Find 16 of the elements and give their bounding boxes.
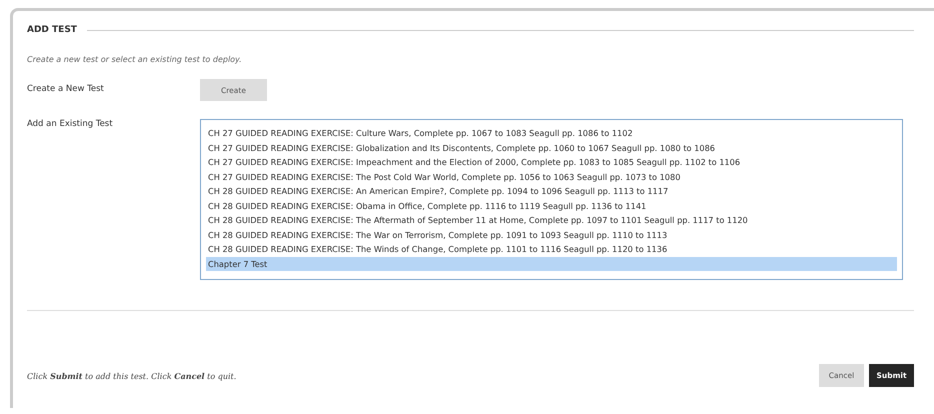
test-option[interactable]: CH 28 GUIDED READING EXERCISE: An American Empire?, Complete pp. 1094 to 1096 Seagull pp. 1113 to 1117 xyxy=(206,184,897,198)
test-option[interactable]: CH 27 GUIDED READING EXERCISE: Culture Wars, Complete pp. 1067 to 1083 Seagull pp. 1086 to 1102 xyxy=(206,126,897,140)
test-option[interactable]: CH 28 GUIDED READING EXERCISE: The Winds of Change, Complete pp. 1101 to 1116 Seagull pp. 1120 to 1136 xyxy=(206,242,897,256)
test-option[interactable]: CH 27 GUIDED READING EXERCISE: The Post Cold War World, Complete pp. 1056 to 1063 Seagull pp. 1073 to 1080 xyxy=(206,170,897,184)
instructions-text: Create a new test or select an existing test to deploy. xyxy=(27,55,243,64)
test-option[interactable]: CH 27 GUIDED READING EXERCISE: Globalization and Its Discontents, Complete pp. 1060 to 1067 Seagull pp. 1080 to 1086 xyxy=(206,140,897,155)
test-option[interactable]: CH 27 GUIDED READING EXERCISE: Impeachment and the Election of 2000, Complete pp. 1083 to 1085 Seagull pp. 1102 to 1106 xyxy=(206,155,897,170)
test-option[interactable]: CH 28 GUIDED READING EXERCISE: The War on Terrorism, Complete pp. 1091 to 1093 Seagull pp. 1110 to 1113 xyxy=(206,228,897,242)
existing-test-label: Add an Existing Test xyxy=(27,119,114,129)
test-option[interactable]: CH 28 GUIDED READING EXERCISE: Obama in Office, Complete pp. 1116 to 1119 Seagull pp. 1136 to 1141 xyxy=(206,198,897,213)
create-label: Create a New Test xyxy=(27,83,105,94)
section-title: ADD TEST xyxy=(27,25,77,35)
footer-note: Click Submit to add this test. Click Cancel to quit. xyxy=(27,370,236,380)
test-listbox[interactable] xyxy=(200,119,903,280)
test-option[interactable]: CH 28 GUIDED READING EXERCISE: The Aftermath of September 11 at Home, Complete pp. 1097 to 1101 Seagull pp. 1117 to 1120 xyxy=(206,213,897,228)
test-option[interactable]: Chapter 7 Test xyxy=(206,256,897,271)
